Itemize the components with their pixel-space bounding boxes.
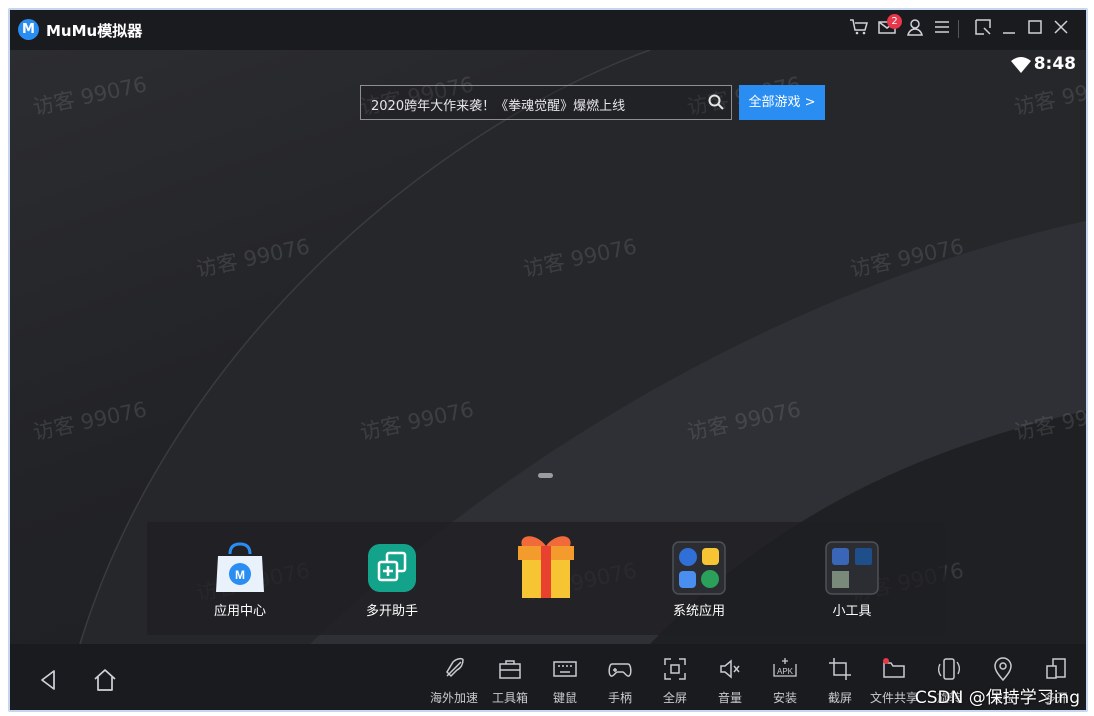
system-apps-shortcut[interactable]: 系统应用 bbox=[644, 540, 754, 619]
gift-icon bbox=[508, 532, 584, 602]
dock-label: 应用中心 bbox=[213, 604, 266, 619]
crop-icon bbox=[829, 658, 851, 680]
bottom-toolbar: 海外加速 工具箱 键鼠 手柄 全屏 音量 APK 安装 截屏 文件共享 旋转 定… bbox=[10, 644, 1086, 710]
volume-button[interactable]: 音量 bbox=[702, 656, 758, 706]
system-apps-folder-icon bbox=[671, 540, 727, 596]
app-dock: M 应用中心 多开助手 系统应用 小工具 bbox=[147, 522, 945, 635]
page-indicator bbox=[538, 473, 553, 478]
tool-label: 键鼠 bbox=[552, 691, 577, 705]
cart-icon[interactable] bbox=[848, 18, 870, 40]
folder-icon bbox=[883, 658, 905, 678]
dock-label: 系统应用 bbox=[672, 604, 725, 619]
tool-label: 截屏 bbox=[827, 691, 852, 705]
title-bar: M MuMu模拟器 2 bbox=[10, 10, 1086, 50]
tool-label: 全屏 bbox=[662, 691, 687, 705]
apk-install-button[interactable]: APK 安装 bbox=[757, 656, 813, 706]
keymap-button[interactable]: 键鼠 bbox=[537, 656, 593, 706]
search-text: 2020跨年大作来袭！《拳魂觉醒》爆燃上线 bbox=[371, 99, 626, 114]
tool-label: 工具箱 bbox=[491, 691, 528, 705]
mail-badge: 2 bbox=[887, 14, 902, 29]
tool-label: 安装 bbox=[772, 691, 797, 705]
tool-label: 海外加速 bbox=[429, 691, 478, 705]
close-icon[interactable] bbox=[1050, 18, 1072, 40]
wifi-icon bbox=[1011, 57, 1031, 73]
gamepad-icon bbox=[608, 663, 632, 677]
status-time: 8:48 bbox=[1033, 54, 1076, 74]
overseas-boost-button[interactable]: 海外加速 bbox=[426, 656, 482, 706]
android-home-screen: 访客 99076 访客 99076 访客 99076 访客 99076 访客 9… bbox=[10, 50, 1086, 644]
location-icon bbox=[994, 657, 1012, 682]
file-share-button[interactable]: 文件共享 bbox=[866, 656, 922, 706]
shopping-bag-icon: M bbox=[212, 540, 268, 596]
mini-mode-icon[interactable] bbox=[972, 18, 994, 40]
fullscreen-icon bbox=[664, 658, 686, 680]
rocket-icon bbox=[446, 657, 464, 678]
search-input[interactable]: 2020跨年大作来袭！《拳魂觉醒》爆燃上线 bbox=[360, 85, 732, 120]
home-icon[interactable] bbox=[92, 667, 118, 693]
emulator-window: M MuMu模拟器 2 访客 99076 访客 99076 访客 访客 9907… bbox=[8, 8, 1088, 712]
csdn-watermark: CSDN @保持学习ing bbox=[914, 688, 1080, 708]
all-games-button[interactable]: 全部游戏 > bbox=[739, 85, 825, 120]
apk-install-icon: APK bbox=[773, 658, 797, 677]
toolbox-icon bbox=[499, 660, 521, 679]
back-icon[interactable] bbox=[36, 667, 62, 693]
svg-text:M: M bbox=[235, 568, 245, 582]
tool-label: 文件共享 bbox=[869, 691, 918, 705]
gift-shortcut[interactable] bbox=[491, 536, 601, 606]
multi-instance-shortcut[interactable]: 多开助手 bbox=[337, 540, 447, 619]
svg-text:APK: APK bbox=[777, 667, 794, 676]
mail-icon[interactable]: 2 bbox=[876, 14, 902, 40]
screenshot-button[interactable]: 截屏 bbox=[812, 656, 868, 706]
dock-label: 小工具 bbox=[832, 604, 872, 619]
tools-shortcut[interactable]: 小工具 bbox=[797, 540, 907, 619]
tool-label: 手柄 bbox=[607, 691, 632, 705]
fullscreen-button[interactable]: 全屏 bbox=[647, 656, 703, 706]
multi-open-icon bbox=[364, 540, 420, 596]
multi-window-icon bbox=[1046, 658, 1066, 679]
rotate-icon bbox=[937, 658, 961, 680]
minimize-icon[interactable] bbox=[998, 18, 1020, 40]
tool-label: 音量 bbox=[717, 691, 742, 705]
user-icon[interactable] bbox=[904, 18, 926, 40]
keyboard-icon bbox=[553, 661, 577, 677]
gamepad-button[interactable]: 手柄 bbox=[592, 656, 648, 706]
search-icon[interactable] bbox=[707, 93, 725, 111]
maximize-icon[interactable] bbox=[1024, 18, 1046, 40]
tools-folder-icon bbox=[824, 540, 880, 596]
toolbox-button[interactable]: 工具箱 bbox=[482, 656, 538, 706]
app-title: MuMu模拟器 bbox=[46, 22, 143, 40]
volume-icon bbox=[720, 659, 740, 679]
app-center-shortcut[interactable]: M 应用中心 bbox=[185, 540, 295, 619]
dock-label: 多开助手 bbox=[365, 604, 418, 619]
mumu-logo-icon: M bbox=[18, 19, 39, 40]
menu-icon[interactable] bbox=[931, 18, 953, 40]
titlebar-divider bbox=[958, 20, 959, 38]
